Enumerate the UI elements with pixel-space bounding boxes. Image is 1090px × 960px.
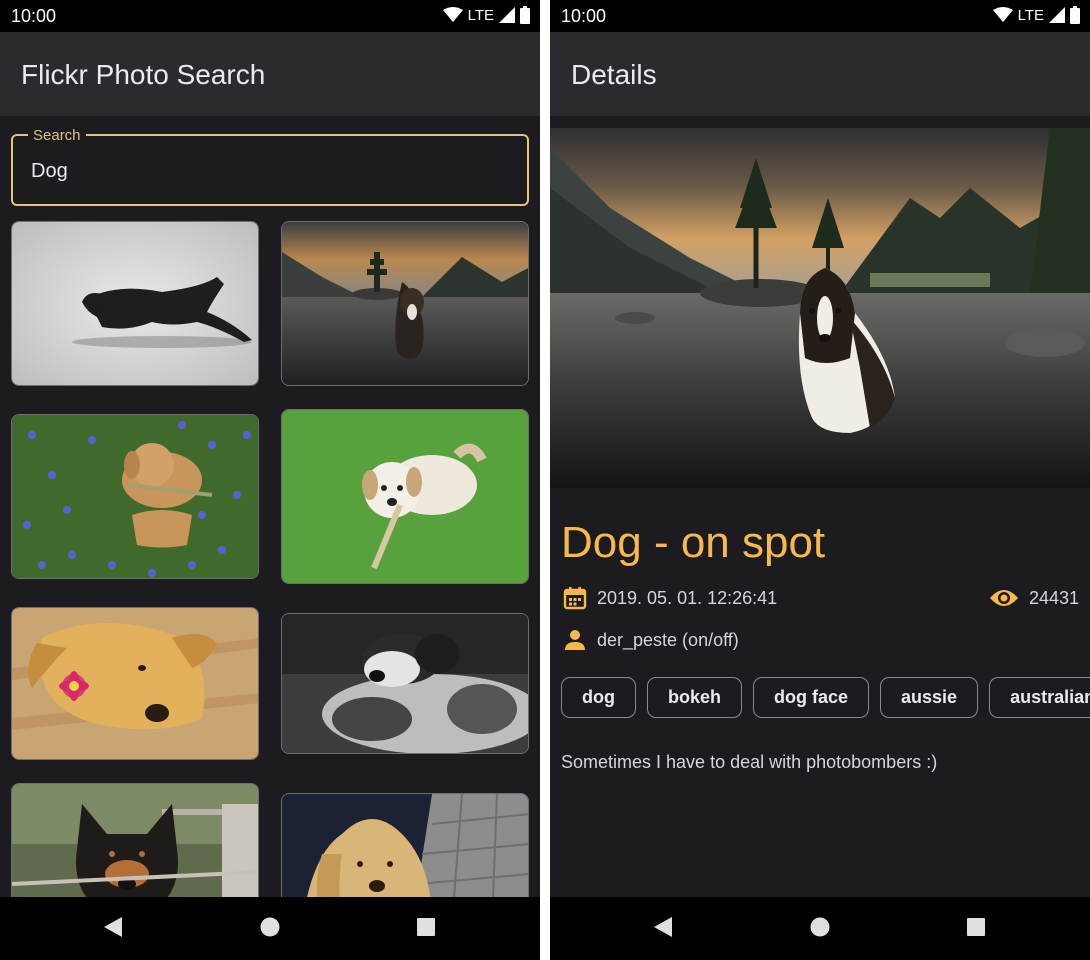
photo-date: 2019. 05. 01. 12:26:41 — [597, 587, 778, 608]
tag-chip[interactable]: aussie — [880, 677, 979, 718]
date-row: 2019. 05. 01. 12:26:41 — [563, 586, 777, 610]
dog-sleeping-bw-photo — [282, 614, 528, 753]
dog-with-stick-photo — [282, 410, 528, 583]
dog-running-photo — [12, 222, 258, 385]
search-label: Search — [28, 127, 86, 144]
tag-chip-row[interactable]: dog bokeh dog face aussie australian s — [561, 677, 1090, 718]
view-count: 24431 — [1028, 587, 1079, 608]
battery-icon — [1070, 6, 1080, 24]
wifi-icon — [992, 7, 1013, 22]
dog-in-bluebells-photo — [12, 415, 258, 578]
app-title: Flickr Photo Search — [21, 59, 266, 90]
tag-chip[interactable]: dog — [561, 677, 636, 718]
home-icon[interactable] — [810, 917, 830, 937]
tag-chip[interactable]: dog face — [753, 677, 870, 718]
status-time: 10:00 — [11, 6, 57, 26]
eye-icon — [989, 590, 1018, 606]
back-icon[interactable] — [104, 917, 124, 937]
navigation-bar — [550, 897, 1090, 960]
recents-icon[interactable] — [416, 917, 436, 937]
tag-chip[interactable]: bokeh — [647, 677, 743, 718]
navigation-bar — [0, 897, 540, 960]
status-bar: 10:00 LTE — [0, 0, 540, 32]
battery-icon — [520, 6, 530, 24]
calendar-icon — [563, 587, 587, 610]
dog-in-lake-photo — [550, 128, 1090, 488]
photo-title: Dog - on spot — [561, 518, 826, 567]
views-row: 24431 — [989, 586, 1079, 610]
details-screen: 10:00 LTE Details Dog - on spot 2019. 05… — [550, 0, 1090, 960]
hero-photo — [550, 128, 1090, 488]
person-icon — [565, 630, 585, 650]
screen-title: Details — [571, 59, 657, 90]
top-app-bar: Flickr Photo Search — [0, 32, 540, 116]
photo-owner: der_peste (on/off) — [597, 629, 739, 650]
dog-with-flower-photo — [12, 608, 258, 759]
photo-card[interactable] — [11, 414, 259, 579]
photo-description: Sometimes I have to deal with photobombe… — [561, 752, 938, 772]
photo-card[interactable] — [281, 409, 529, 584]
photo-card[interactable] — [11, 221, 259, 386]
home-icon[interactable] — [260, 917, 280, 937]
owner-row: der_peste (on/off) — [563, 628, 739, 652]
network-type: LTE — [1017, 6, 1044, 24]
signal-icon — [1049, 7, 1065, 23]
status-time: 10:00 — [561, 6, 607, 26]
network-type: LTE — [467, 6, 494, 24]
photo-card[interactable] — [281, 613, 529, 754]
dog-in-lake-photo — [282, 222, 528, 385]
photo-card[interactable] — [11, 607, 259, 760]
search-field[interactable]: Search — [11, 127, 529, 206]
photo-card[interactable] — [281, 221, 529, 386]
signal-icon — [499, 7, 515, 23]
search-screen: 10:00 LTE Flickr Photo Search Search — [0, 0, 540, 960]
status-bar: 10:00 LTE — [550, 0, 1090, 32]
top-app-bar: Details — [550, 32, 1090, 116]
tag-chip[interactable]: australian s — [989, 677, 1090, 718]
back-icon[interactable] — [654, 917, 674, 937]
search-input[interactable] — [31, 156, 501, 186]
recents-icon[interactable] — [966, 917, 986, 937]
wifi-icon — [442, 7, 463, 22]
